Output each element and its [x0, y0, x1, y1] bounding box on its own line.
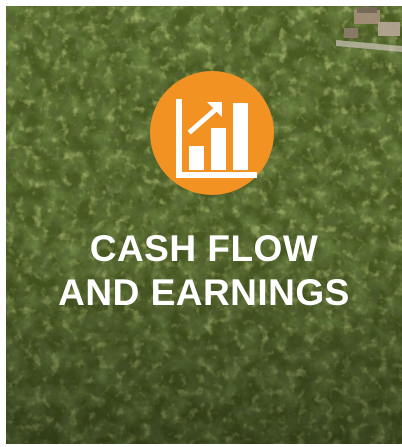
- bar-chart-growth-icon: [176, 99, 257, 178]
- title-line-2: AND EARNINGS: [58, 272, 350, 313]
- cash-flow-card: CASH FLOW AND EARNINGS: [6, 6, 402, 444]
- title-line-1: CASH FLOW: [89, 228, 319, 269]
- chart-icon-badge: [150, 71, 274, 195]
